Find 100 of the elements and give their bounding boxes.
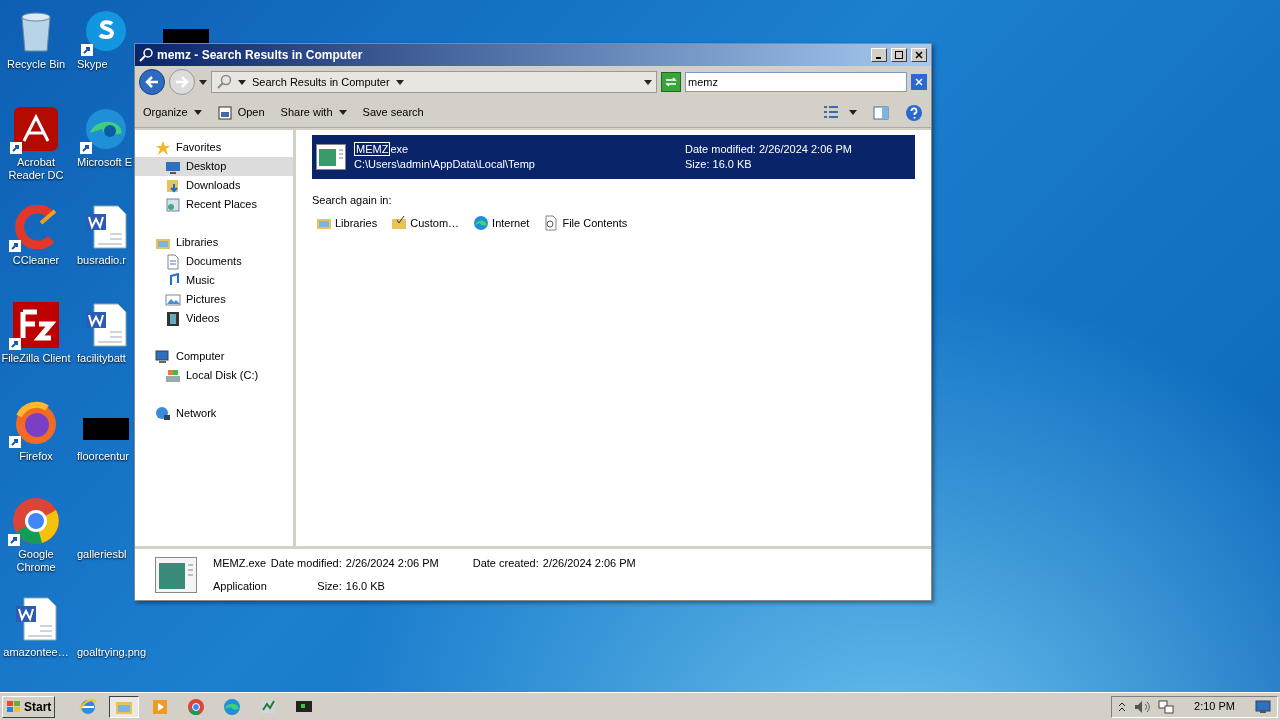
caret-icon: [238, 79, 246, 85]
window-title: memz - Search Results in Computer: [157, 47, 364, 64]
desktop-icon-label[interactable]: amazontee…: [3, 646, 69, 659]
word-document-icon: [83, 302, 128, 348]
taskbar-button[interactable]: [109, 695, 140, 718]
folder-check-icon: [391, 214, 408, 231]
toolbar-button[interactable]: Save search: [362, 104, 424, 121]
computer-icon: [155, 348, 171, 365]
file-name: MEMZ exe: [354, 142, 410, 157]
field-value: 16.0 KB: [345, 578, 386, 594]
search-location-link[interactable]: Libraries: [316, 214, 378, 231]
caret-icon: [199, 79, 207, 85]
field-value: 2/26/2024 2:06 PM: [345, 556, 439, 571]
desktop-icon-label[interactable]: busradio.r: [77, 254, 126, 267]
close-icon: [915, 51, 923, 59]
close-button[interactable]: [911, 48, 927, 62]
nav-item[interactable]: Pictures: [135, 290, 293, 309]
desktop-icon-label[interactable]: FileZilla Client: [1, 352, 71, 365]
window-icon: [217, 105, 232, 120]
desktop-icon-label[interactable]: Google Chrome: [0, 548, 74, 574]
pane-icon: [873, 104, 889, 121]
nav-item[interactable]: Favorites: [135, 138, 293, 157]
desktop-icon-label[interactable]: CCleaner: [12, 254, 60, 267]
nav-item[interactable]: Network: [135, 404, 293, 423]
search-again-label: Search again in:: [312, 193, 393, 208]
network-icon: [1158, 699, 1175, 714]
nav-item[interactable]: Desktop: [135, 157, 293, 176]
result-row[interactable]: MEMZ exe C:\Users\admin\AppData\Local\Temp Date modified: 2/26/2024 2:06 PM Size: 16.0 KB: [312, 135, 915, 179]
refresh-button[interactable]: [661, 72, 681, 92]
address-text: Search Results in Computer: [252, 74, 390, 90]
chevron-up-icon: [1118, 701, 1127, 712]
search-location-link[interactable]: Custom…: [391, 214, 460, 231]
redacted-block: [163, 29, 209, 43]
search-icon: [216, 74, 232, 90]
toolbar-button[interactable]: Share with: [280, 104, 347, 121]
desktop-icon-label[interactable]: facilitybatt: [77, 352, 126, 365]
search-location-link[interactable]: Internet: [473, 214, 530, 231]
nav-item[interactable]: Documents: [135, 252, 293, 271]
maximize-button[interactable]: [891, 48, 907, 62]
edge-icon: [473, 214, 490, 231]
desktop-icon-label[interactable]: Recycle Bin: [6, 58, 66, 71]
desktop-icon-label[interactable]: Skype: [77, 58, 108, 71]
view-options-button[interactable]: [823, 104, 857, 121]
field-label: Date modified:: [270, 556, 342, 571]
file-type: Application: [213, 578, 267, 594]
search-location-link[interactable]: File Contents: [543, 214, 628, 231]
nav-item[interactable]: Computer: [135, 347, 293, 366]
nav-item[interactable]: Downloads: [135, 176, 293, 195]
desktop-icon-label[interactable]: floorcentur: [77, 450, 129, 463]
media-player-icon: [151, 697, 170, 716]
star-icon: [155, 139, 171, 156]
nav-item[interactable]: Local Disk (C:): [135, 366, 293, 385]
nav-item[interactable]: Music: [135, 271, 293, 290]
internet-explorer-icon: [79, 697, 98, 716]
show-desktop-icon[interactable]: [1255, 699, 1271, 714]
start-button[interactable]: Start: [2, 695, 56, 718]
field-value: 2/26/2024 2:06 PM: [542, 556, 636, 571]
search-field[interactable]: memz: [685, 72, 907, 92]
desktop-icon-label[interactable]: Firefox: [19, 450, 53, 463]
desktop-icon-label[interactable]: galleriesbl: [77, 548, 127, 561]
globe-icon: [155, 405, 171, 422]
application-icon: [316, 144, 346, 170]
downloads-folder-icon: [165, 177, 181, 194]
toolbar-button[interactable]: Open: [217, 104, 265, 121]
desktop-icon-label[interactable]: goaltrying.png: [77, 646, 147, 659]
desktop-icon-label[interactable]: Microsoft E: [77, 156, 132, 169]
application-icon: [155, 556, 197, 593]
chrome-icon: [187, 697, 206, 716]
toolbar-button[interactable]: Organize: [143, 104, 202, 121]
back-button[interactable]: [139, 69, 165, 95]
list-view-icon: [823, 104, 839, 121]
picture-icon: [165, 291, 181, 308]
arrow-right-icon: [175, 76, 189, 88]
field-label: Date created:: [472, 556, 539, 571]
edge-icon: [223, 697, 242, 716]
caret-icon: [338, 110, 347, 115]
document-icon: [165, 253, 181, 270]
ccleaner-icon: [13, 205, 59, 249]
address-bar[interactable]: Search Results in Computer: [211, 71, 657, 93]
field-label: Size:: [316, 578, 342, 594]
refresh-arrows-icon: [665, 77, 677, 87]
nav-item[interactable]: Libraries: [135, 233, 293, 252]
nav-item[interactable]: Recent Places: [135, 195, 293, 214]
minimize-button[interactable]: [871, 48, 887, 62]
preview-pane-button[interactable]: [873, 104, 889, 121]
word-document-icon: [83, 204, 128, 250]
clock: 2:10 PM: [1194, 699, 1235, 715]
caret-icon: [193, 110, 202, 115]
word-document-icon: [14, 596, 58, 642]
firefox-icon: [13, 400, 59, 446]
skype-icon: [84, 10, 127, 52]
windows-logo-icon: [6, 699, 22, 714]
document-search-icon: [543, 214, 560, 231]
disk-icon: [165, 367, 181, 384]
recent-places-icon: [165, 196, 181, 213]
clear-search-button[interactable]: [911, 74, 927, 90]
help-button[interactable]: [905, 103, 923, 122]
desktop-icon-label[interactable]: Acrobat Reader DC: [0, 156, 74, 182]
nav-item[interactable]: Videos: [135, 309, 293, 328]
chrome-icon: [12, 497, 60, 545]
